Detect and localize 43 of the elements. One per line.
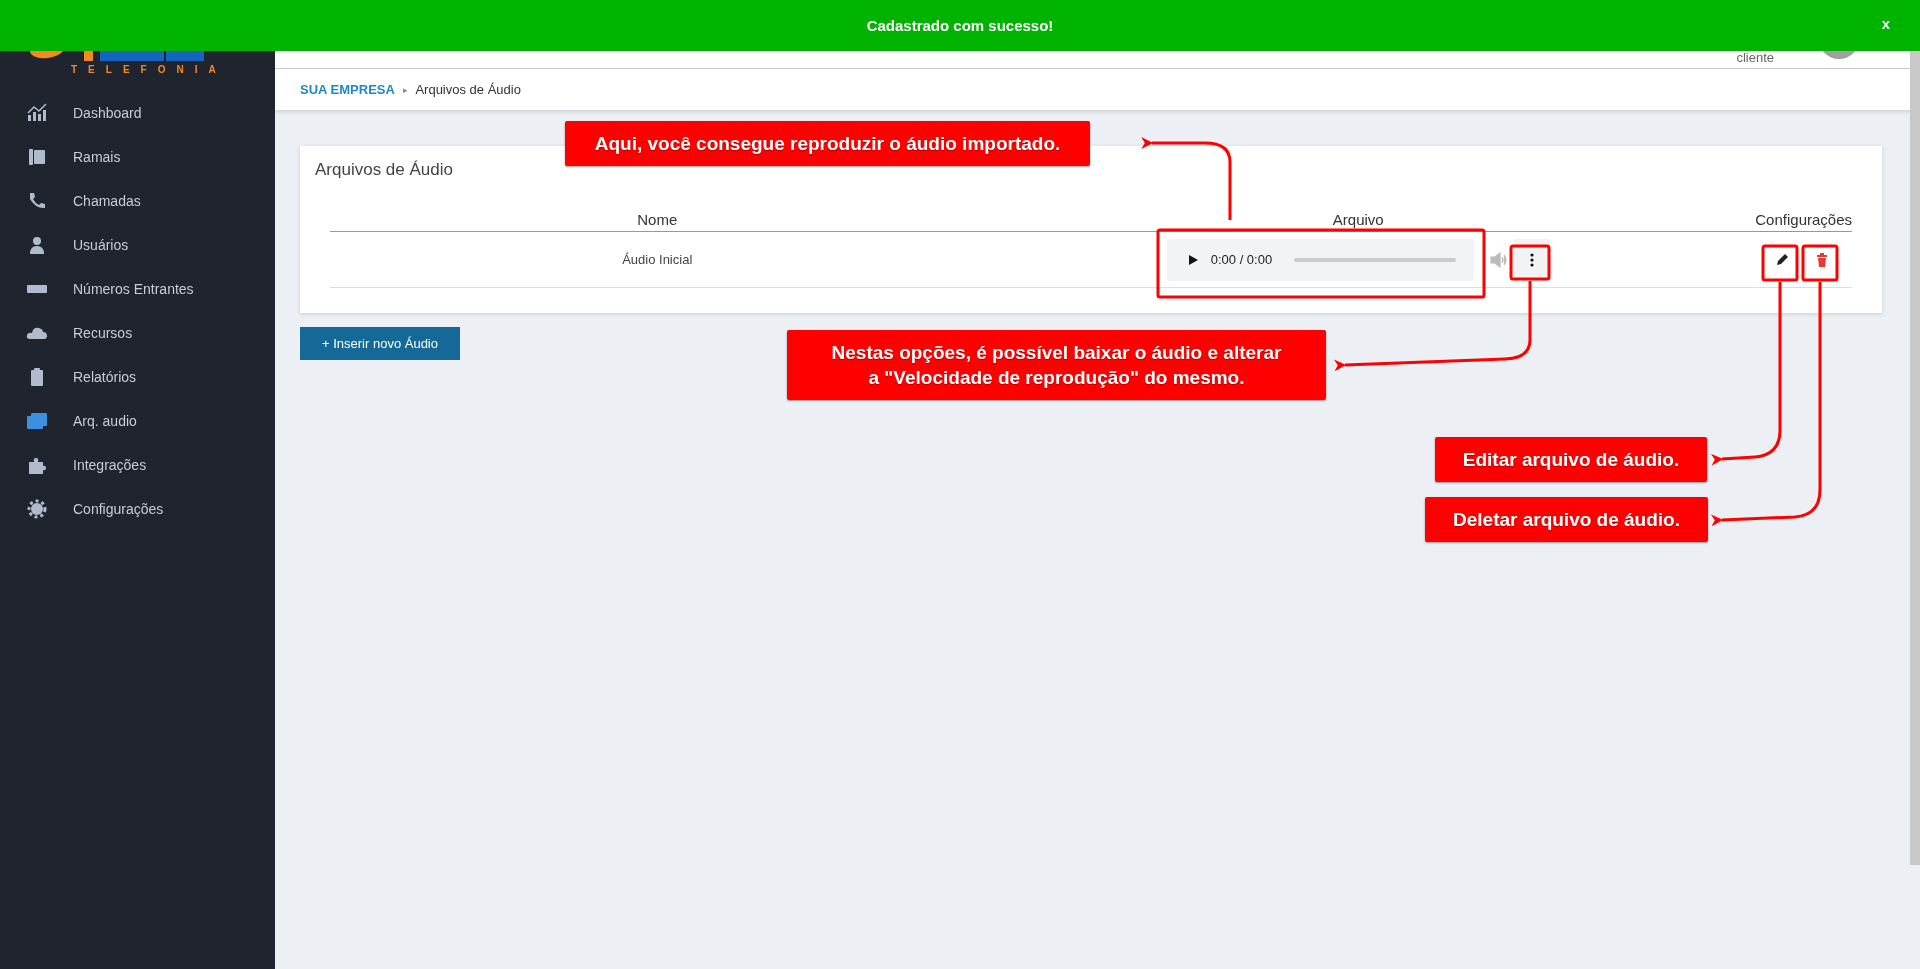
- sidebar-item[interactable]: Números Entrantes: [0, 267, 275, 311]
- add-audio-button[interactable]: + Inserir novo Áudio: [300, 327, 460, 360]
- sidebar-item[interactable]: Recursos: [0, 311, 275, 355]
- puzzle-icon: [26, 455, 48, 475]
- player-time: 0:00 / 0:00: [1210, 252, 1273, 267]
- breadcrumb-current: Arquivos de Áudio: [415, 82, 521, 97]
- sidebar-item[interactable]: Arq. audio: [0, 399, 275, 443]
- sidebar-item[interactable]: Ramais: [0, 135, 275, 179]
- phone-keypad-icon: [26, 147, 48, 167]
- scrollbar[interactable]: [1910, 50, 1920, 865]
- sidebar-item[interactable]: Usuários: [0, 223, 275, 267]
- sidebar-item[interactable]: Chamadas: [0, 179, 275, 223]
- folder-icon: [26, 411, 48, 431]
- annotation-callout: Deletar arquivo de áudio.: [1425, 497, 1708, 542]
- logo-subtitle: TELEFONIA: [71, 64, 227, 76]
- trash-icon: [1816, 252, 1828, 267]
- annotation-callout: Aqui, você consegue reproduzir o áudio importado.: [565, 121, 1090, 166]
- card-title: Arquivos de Áudio: [315, 160, 454, 180]
- more-options-button[interactable]: [1513, 238, 1550, 281]
- user-role: cliente: [1736, 50, 1774, 65]
- column-header: Nome: [330, 207, 985, 232]
- settings-icon: [26, 499, 48, 519]
- sidebar-item[interactable]: Integrações: [0, 443, 275, 487]
- progress-track[interactable]: [1294, 257, 1456, 262]
- sidebar-item[interactable]: Relatórios: [0, 355, 275, 399]
- audio-player[interactable]: 0:00 / 0:00: [1166, 238, 1474, 281]
- pencil-icon: [1775, 252, 1789, 267]
- highlight-frame: [1761, 244, 1799, 282]
- table-cell: Áudio Inicial: [330, 231, 985, 288]
- sidebar-item[interactable]: Configurações: [0, 487, 275, 531]
- notification-message: Cadastrado com sucesso!: [866, 17, 1054, 34]
- annotation-callout: Nestas opções, é possível baixar o áudio e alterar a "Velocidade de reprodução" do mesmo.: [787, 330, 1326, 400]
- breadcrumb-link[interactable]: SUA EMPRESA: [300, 82, 395, 97]
- column-header: Arquivo: [984, 207, 1732, 232]
- kebab-icon: [1529, 252, 1534, 267]
- column-header: Configurações: [1732, 207, 1852, 232]
- highlight-frame: [1509, 244, 1551, 281]
- highlight-frame: [1801, 244, 1839, 282]
- chart-icon: [26, 103, 48, 123]
- sidebar-item[interactable]: Dashboard: [0, 91, 275, 135]
- annotation-callout: Editar arquivo de áudio.: [1435, 437, 1707, 482]
- play-icon[interactable]: [1186, 253, 1199, 266]
- breadcrumb-separator: ▸: [402, 84, 408, 95]
